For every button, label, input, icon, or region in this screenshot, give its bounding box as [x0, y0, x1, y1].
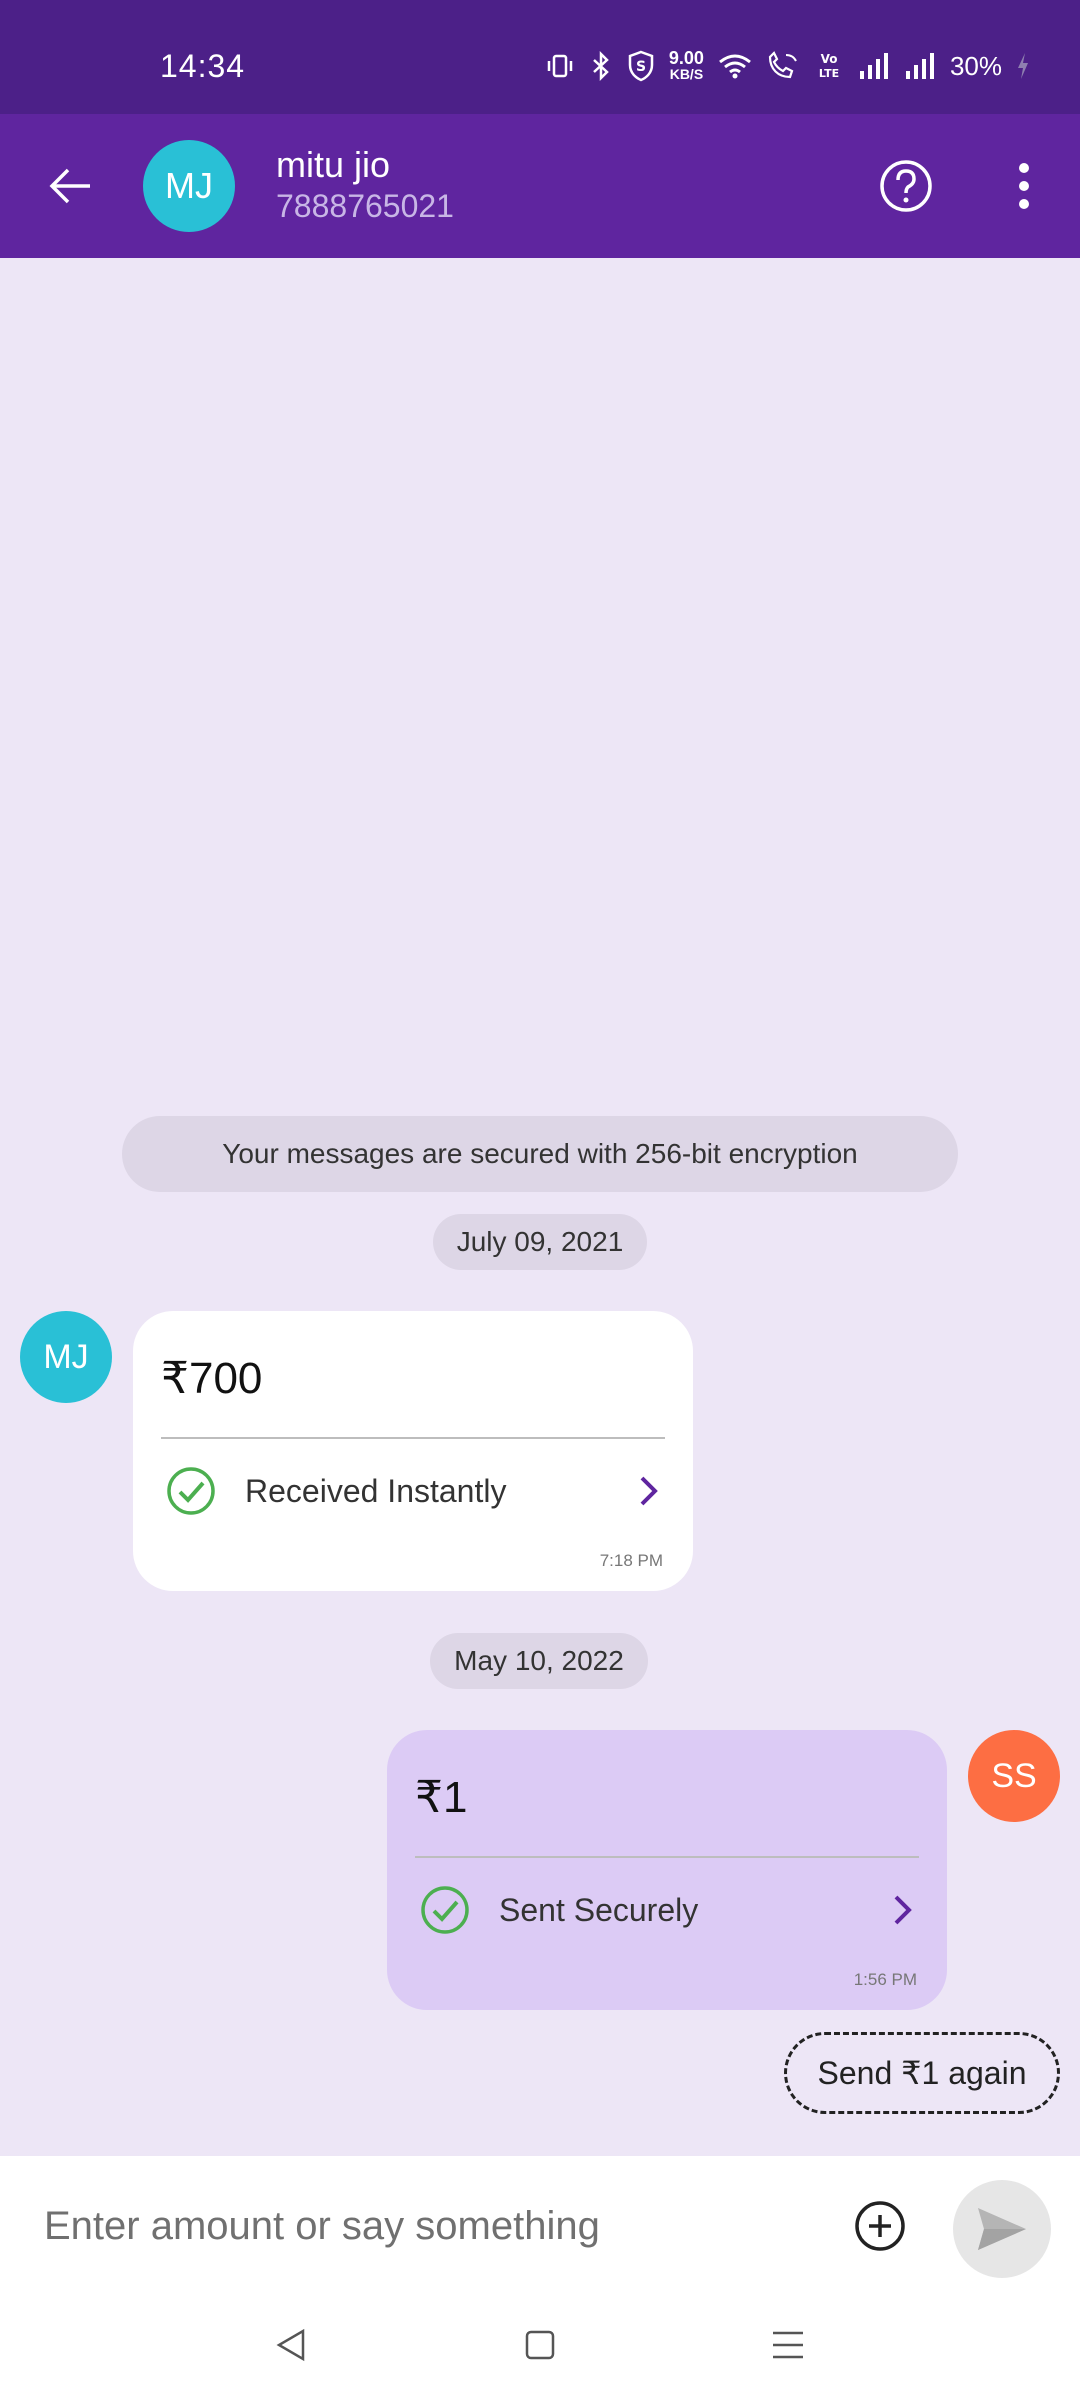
nav-home-button[interactable] [515, 2320, 565, 2370]
network-speed: 9.00 KB/S [669, 48, 704, 84]
status-bar: 14:34 S 9.00 KB/S Vo LTE 30% [0, 0, 1080, 114]
net-speed-unit: KB/S [669, 66, 704, 82]
chevron-right-icon [640, 1476, 658, 1506]
payment-status-row[interactable]: Sent Securely [419, 1882, 917, 1938]
nav-recents-button[interactable] [763, 2320, 813, 2370]
signal-icon [858, 48, 890, 84]
more-options-button[interactable] [1000, 156, 1048, 216]
send-button[interactable] [953, 2180, 1051, 2278]
more-vertical-icon [1019, 199, 1029, 209]
contact-name[interactable]: mitu jio [276, 144, 390, 186]
received-payment-card[interactable]: ₹700 Received Instantly 7:18 PM [133, 1311, 693, 1591]
divider [161, 1437, 665, 1439]
contact-avatar[interactable]: MJ [143, 140, 235, 232]
sent-payment-card[interactable]: ₹1 Sent Securely 1:56 PM [387, 1730, 947, 2010]
bluetooth-icon [589, 48, 613, 84]
plus-circle-icon [855, 2201, 905, 2251]
date-separator: May 10, 2022 [430, 1633, 648, 1689]
volte-icon: Vo LTE [814, 48, 844, 84]
back-button[interactable] [40, 156, 100, 216]
message-time: 7:18 PM [599, 1551, 663, 1570]
wifi-icon [718, 48, 752, 84]
more-vertical-icon [1019, 163, 1029, 173]
wifi-calling-icon [766, 48, 800, 84]
more-vertical-icon [1019, 181, 1029, 191]
contact-phone: 7888765021 [276, 188, 454, 224]
divider [415, 1856, 919, 1858]
message-input-bar [0, 2156, 1080, 2296]
help-button[interactable] [876, 156, 936, 216]
status-icons: S 9.00 KB/S Vo LTE 30% [545, 48, 1030, 84]
back-arrow-icon [49, 168, 90, 204]
amount-message-input[interactable] [44, 2196, 824, 2256]
net-speed-value: 9.00 [668, 48, 704, 68]
check-circle-icon [167, 1467, 215, 1515]
vibrate-icon [545, 48, 575, 84]
charging-icon [1016, 48, 1030, 84]
battery-level: 30% [949, 50, 1002, 81]
payment-amount: ₹1 [415, 1773, 468, 1822]
chevron-right-icon [894, 1895, 912, 1925]
chat-header: MJ mitu jio 7888765021 [0, 114, 1080, 258]
status-time: 14:34 [160, 48, 246, 84]
square-home-icon [525, 2330, 555, 2360]
nav-back-button[interactable] [266, 2320, 316, 2370]
attach-button[interactable] [852, 2198, 908, 2254]
sender-avatar[interactable]: MJ [20, 1311, 112, 1403]
svg-text:LTE: LTE [819, 67, 839, 80]
triangle-back-icon [276, 2328, 305, 2362]
payment-status: Received Instantly [245, 1472, 507, 1509]
send-icon [978, 2208, 1026, 2250]
date-separator: July 09, 2021 [433, 1214, 647, 1270]
payment-status-row[interactable]: Received Instantly [165, 1463, 663, 1519]
send-again-button[interactable]: Send ₹1 again [784, 2032, 1060, 2114]
signal-icon [904, 48, 936, 84]
encryption-notice: Your messages are secured with 256-bit e… [122, 1116, 958, 1192]
check-circle-icon [421, 1886, 469, 1934]
menu-lines-icon [773, 2331, 803, 2359]
payment-amount: ₹700 [161, 1354, 263, 1403]
svg-text:S: S [636, 59, 646, 75]
system-nav-bar [0, 2296, 1080, 2400]
help-icon [880, 160, 932, 212]
user-avatar[interactable]: SS [968, 1730, 1060, 1822]
message-time: 1:56 PM [853, 1970, 917, 1989]
svg-text:Vo: Vo [821, 52, 838, 66]
shield-icon: S [627, 48, 655, 84]
payment-status: Sent Securely [499, 1891, 699, 1928]
